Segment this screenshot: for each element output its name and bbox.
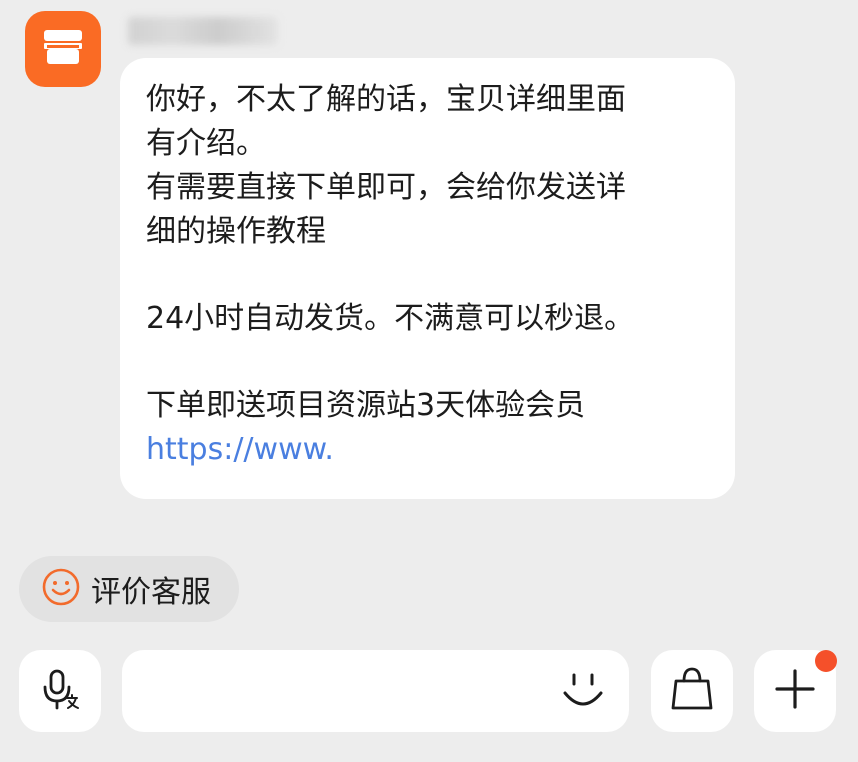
smile-icon: [560, 667, 606, 717]
message-line: 24小时自动发货。不满意可以秒退。: [146, 301, 635, 336]
message-link[interactable]: https://www.: [146, 432, 334, 467]
link-redaction: [341, 436, 511, 466]
shop-button[interactable]: [651, 650, 733, 732]
message-line: 细的操作教程: [146, 214, 326, 249]
sender-name-redacted: [128, 17, 278, 45]
more-button[interactable]: [754, 650, 837, 732]
notification-dot: [815, 650, 837, 672]
plus-icon: [772, 666, 818, 716]
smiley-icon: [41, 567, 81, 611]
message-input-box[interactable]: [122, 650, 629, 732]
message-line: 有需要直接下单即可，会给你发送详: [146, 170, 626, 205]
message-link-row: https://www.: [146, 428, 709, 472]
message-input[interactable]: [142, 668, 546, 716]
message-line: 你好，不太了解的话，宝贝详细里面: [146, 82, 626, 117]
message-bubble: 你好，不太了解的话，宝贝详细里面 有介绍。 有需要直接下单即可，会给你发送详 细…: [120, 58, 735, 499]
microphone-translate-icon: [36, 665, 84, 717]
rate-service-label: 评价客服: [91, 575, 211, 610]
voice-input-button[interactable]: [19, 650, 101, 732]
shopping-bag-icon: [667, 664, 717, 718]
emoji-button[interactable]: [559, 668, 607, 716]
message-line: 有介绍。: [146, 126, 266, 161]
rate-service-button[interactable]: 评价客服: [19, 556, 239, 622]
message-line: 下单即送项目资源站3天体验会员: [146, 388, 586, 423]
shop-avatar[interactable]: [25, 11, 101, 87]
store-icon: [41, 27, 85, 71]
